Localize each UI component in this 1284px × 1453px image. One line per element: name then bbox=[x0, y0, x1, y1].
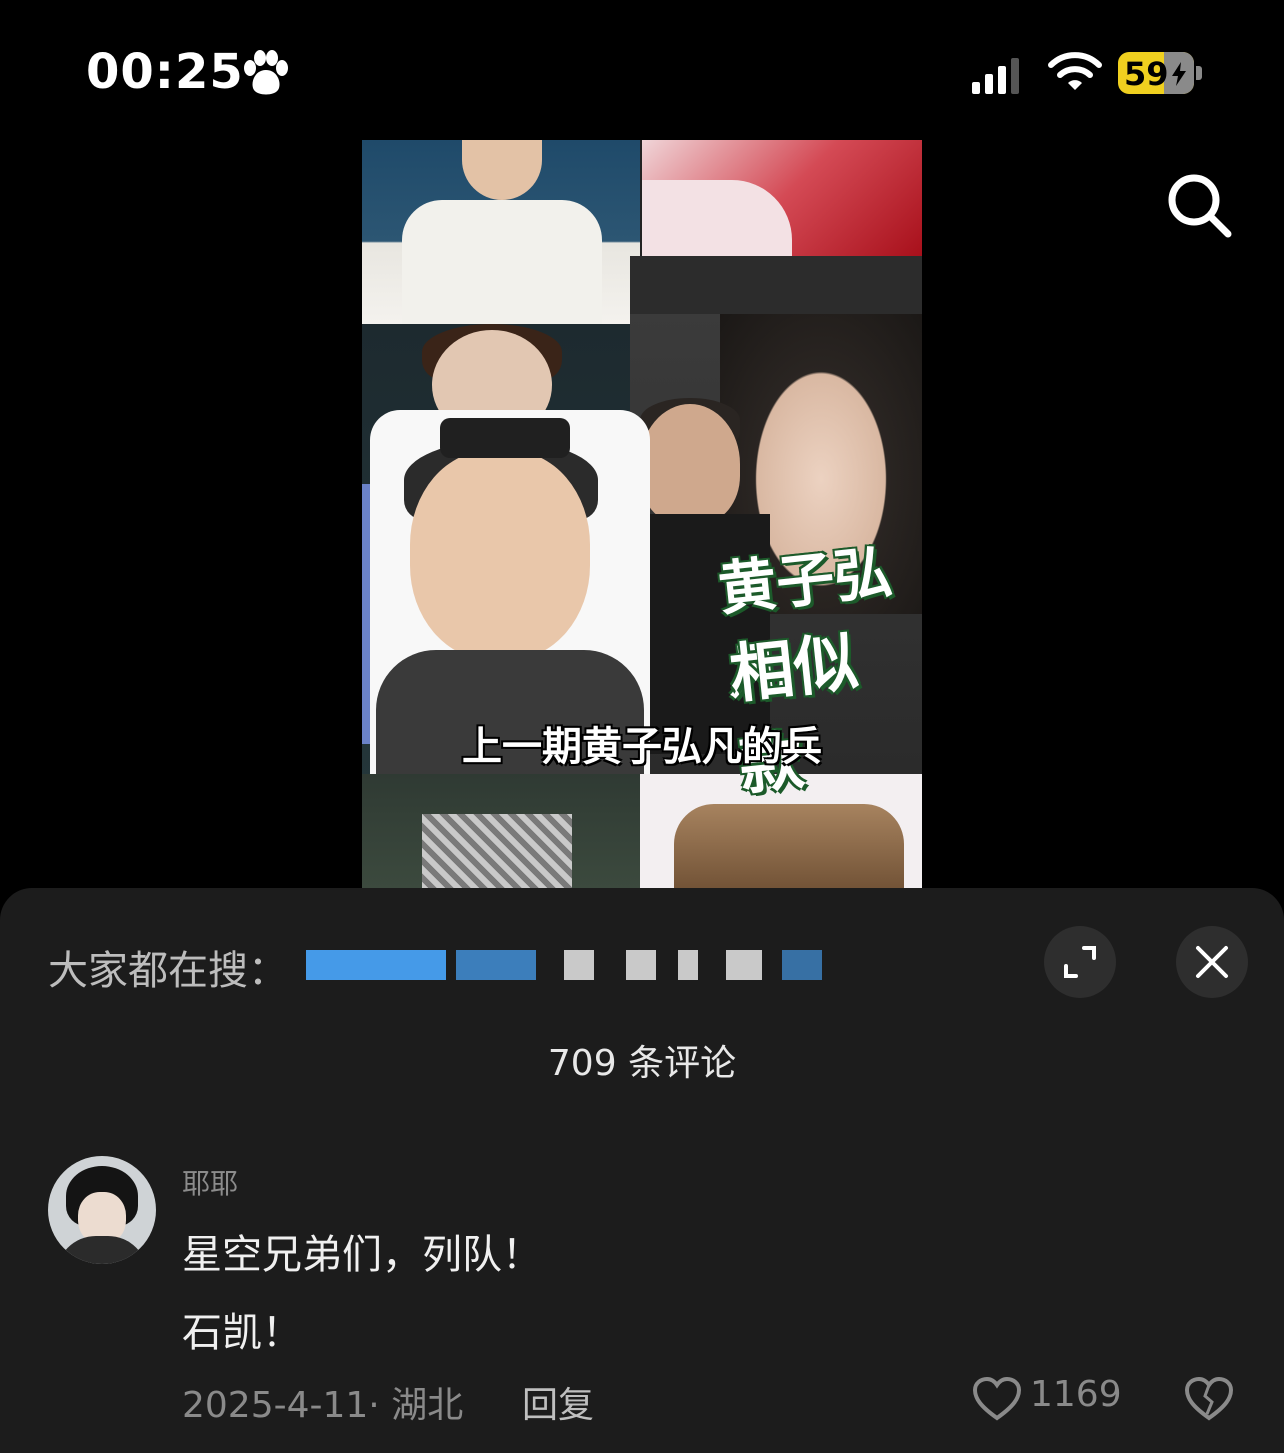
screen: 00:25 59 黄子弘凡 相似款 上一期黄子弘凡的兵 大家都在搜： 709 条… bbox=[0, 0, 1284, 1453]
battery-icon: 59 bbox=[1118, 52, 1202, 94]
like-count: 1169 bbox=[1030, 1374, 1122, 1415]
status-time: 00:25 bbox=[86, 44, 244, 100]
heart-icon[interactable] bbox=[972, 1376, 1022, 1422]
expand-icon bbox=[1064, 946, 1096, 978]
collage-photo bbox=[362, 140, 640, 324]
comment-username[interactable]: 耶耶 bbox=[182, 1162, 238, 1202]
video-player[interactable]: 黄子弘凡 相似款 上一期黄子弘凡的兵 bbox=[362, 140, 922, 890]
trending-label: 大家都在搜： bbox=[48, 948, 288, 994]
battery-level: 59 bbox=[1124, 55, 1169, 93]
close-button[interactable] bbox=[1176, 926, 1248, 998]
search-icon[interactable] bbox=[1164, 170, 1234, 240]
close-icon bbox=[1196, 946, 1228, 978]
dislike-icon[interactable] bbox=[1184, 1376, 1234, 1422]
comment-item: 耶耶 星空兄弟们，列队！ 石凯！ 2025-4-11· 湖北 回复 1169 bbox=[0, 1154, 1284, 1453]
comment-text-line: 石凯！ bbox=[182, 1310, 302, 1356]
video-caption: 上一期黄子弘凡的兵 bbox=[462, 724, 822, 770]
video-overlay-subtitle: 相似款 bbox=[726, 625, 862, 805]
comment-meta: 2025-4-11· 湖北 bbox=[182, 1385, 464, 1426]
reply-button[interactable]: 回复 bbox=[522, 1376, 594, 1428]
signal-icon bbox=[972, 58, 1019, 94]
wifi-icon bbox=[1048, 52, 1102, 90]
expand-button[interactable] bbox=[1044, 926, 1116, 998]
paw-icon bbox=[244, 50, 288, 95]
comment-text-line: 星空兄弟们，列队！ bbox=[182, 1232, 542, 1278]
comment-count: 709 条评论 bbox=[547, 1043, 737, 1084]
collage-photo bbox=[362, 774, 640, 890]
collage-photo bbox=[642, 140, 922, 256]
trending-query-redacted[interactable] bbox=[306, 942, 836, 986]
avatar[interactable] bbox=[48, 1156, 156, 1264]
comment-sheet: 大家都在搜： 709 条评论 耶耶 星空兄弟们，列队！ 石凯！ 2025-4-1… bbox=[0, 888, 1284, 1453]
